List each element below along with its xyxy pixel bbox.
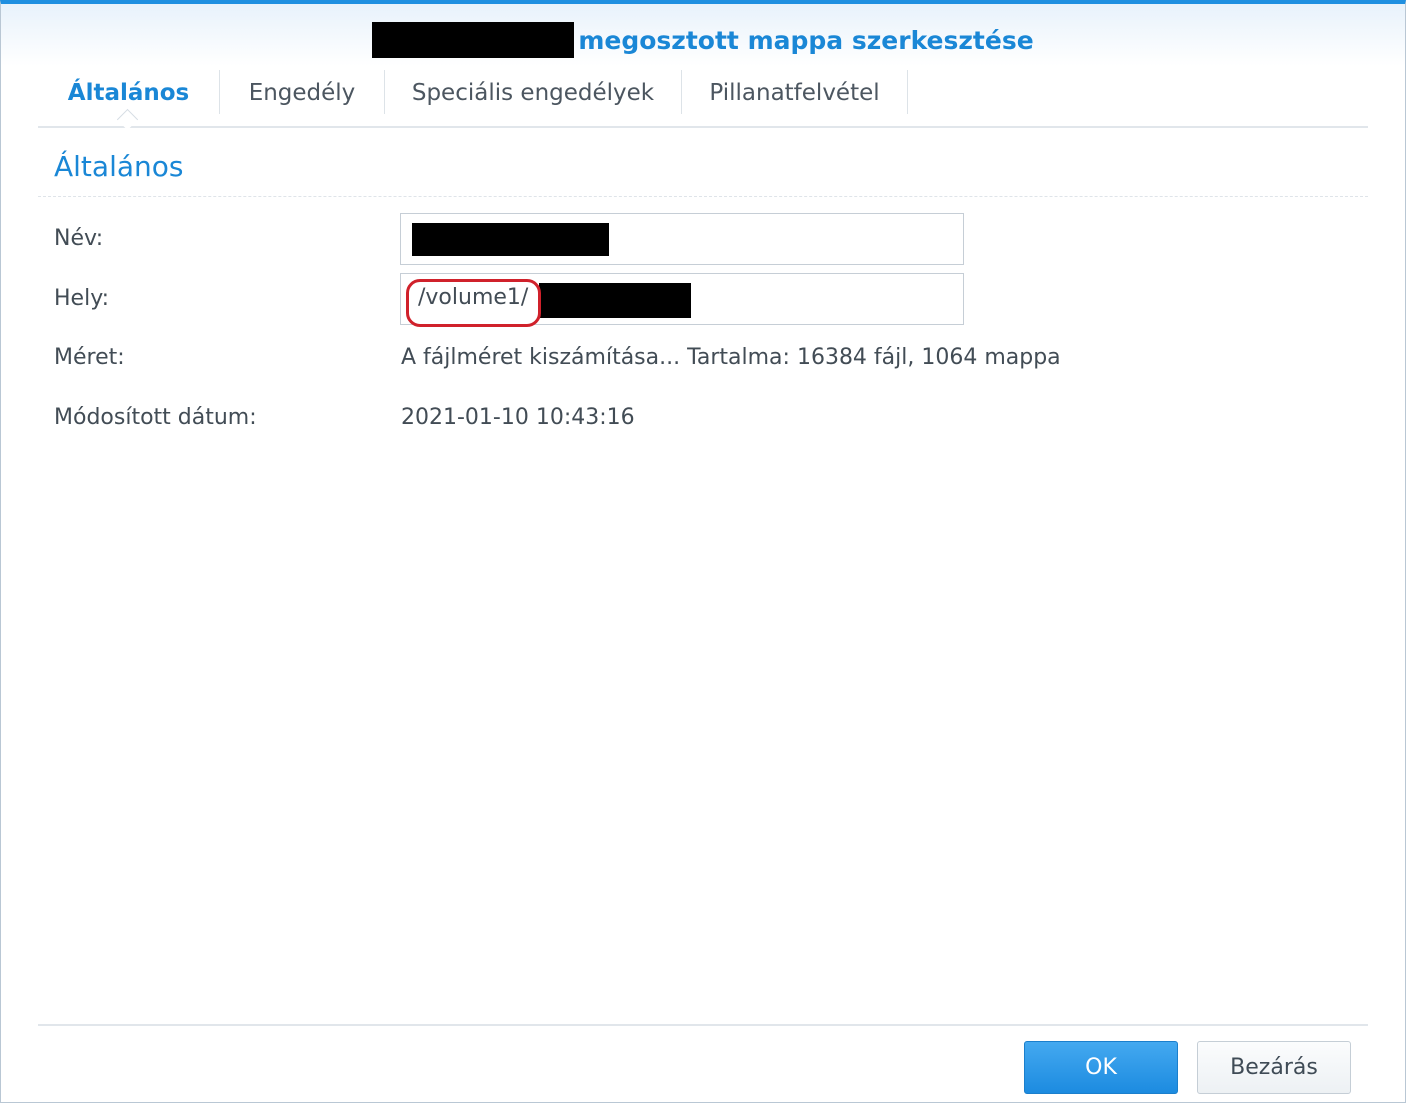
redacted-folder-name — [372, 22, 575, 58]
tab-permission[interactable]: Engedély — [220, 70, 384, 116]
modified-date-value: 2021-01-10 10:43:16 — [401, 405, 635, 430]
redacted-name-value — [412, 223, 609, 256]
tab-separator — [907, 70, 908, 114]
section-divider — [38, 196, 1368, 197]
footer-divider — [38, 1024, 1368, 1026]
tab-snapshot[interactable]: Pillanatfelvétel — [682, 70, 907, 116]
edit-shared-folder-dialog: megosztott mappa szerkesztése Általános … — [0, 0, 1406, 1103]
dialog-title: megosztott mappa szerkesztése — [1, 20, 1405, 60]
name-field[interactable] — [400, 213, 964, 265]
size-value: A fájlméret kiszámítása... Tartalma: 163… — [401, 345, 1061, 370]
dialog-titlebar: megosztott mappa szerkesztése — [1, 4, 1405, 66]
modified-date-label: Módosított dátum: — [54, 405, 257, 430]
close-button[interactable]: Bezárás — [1197, 1041, 1351, 1094]
tab-bar: Általános Engedély Speciális engedélyek … — [38, 68, 1368, 131]
ok-button[interactable]: OK — [1024, 1041, 1178, 1094]
location-label: Hely: — [54, 286, 110, 311]
name-label: Név: — [54, 226, 104, 251]
size-label: Méret: — [54, 345, 125, 370]
section-title: Általános — [54, 150, 184, 183]
tab-advanced-permissions[interactable]: Speciális engedélyek — [385, 70, 681, 116]
redacted-location-suffix — [539, 283, 691, 318]
dialog-title-text: megosztott mappa szerkesztése — [578, 25, 1034, 55]
highlight-annotation — [406, 279, 541, 327]
